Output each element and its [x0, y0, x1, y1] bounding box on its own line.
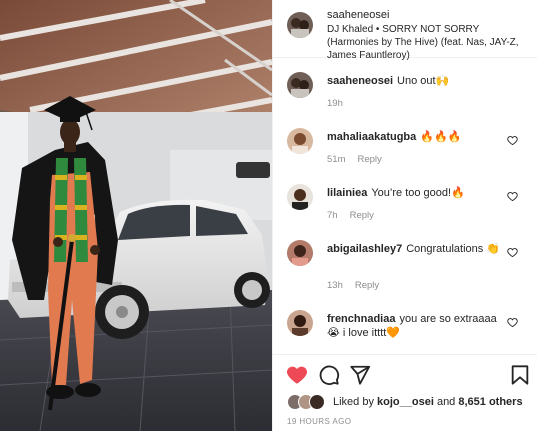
comment-text: You’re too good!🔥: [371, 187, 465, 199]
likes-count-link[interactable]: 8,651 others: [458, 396, 522, 408]
small-heart-icon[interactable]: [507, 191, 518, 202]
likes-text: Liked by kojo__osei and 8,651 others: [333, 396, 523, 408]
reply-button[interactable]: Reply: [350, 210, 374, 221]
post-sidebar: saaheneosei DJ Khaled • SORRY NOT SORRY …: [272, 0, 537, 431]
post-actions-bar: Liked by kojo__osei and 8,651 others 19 …: [273, 354, 537, 431]
likes-prefix: Liked by: [333, 396, 378, 408]
comment-username[interactable]: mahaliaakatugba: [327, 131, 416, 143]
caption-time[interactable]: 19h: [327, 98, 343, 109]
author-avatar[interactable]: [287, 12, 313, 38]
comment-text-line: lilainiea You’re too good!🔥: [327, 186, 502, 200]
commenter-avatar[interactable]: [287, 240, 313, 266]
comment-icon[interactable]: [318, 364, 340, 386]
reply-button[interactable]: Reply: [357, 154, 381, 165]
liker-avatar: [309, 394, 325, 410]
likes-middle: and: [433, 396, 459, 408]
bookmark-icon[interactable]: [509, 364, 531, 386]
small-heart-icon[interactable]: [507, 317, 518, 328]
author-username[interactable]: saaheneosei: [327, 9, 389, 21]
caption-avatar-image: [287, 72, 313, 98]
comment-meta: 51m Reply: [327, 154, 394, 165]
comment-text-line: mahaliaakatugba 🔥🔥🔥: [327, 130, 502, 144]
post-header: saaheneosei DJ Khaled • SORRY NOT SORRY …: [273, 0, 537, 61]
comments-list[interactable]: saaheneosei Uno out🙌 19h mahaliaakatugba 🔥…: [273, 58, 537, 354]
commenter-avatar[interactable]: [287, 128, 313, 154]
share-icon[interactable]: [349, 364, 371, 386]
comment-time[interactable]: 13h: [327, 280, 343, 291]
comment-username[interactable]: lilainiea: [327, 187, 367, 199]
caption-text: Uno out🙌: [397, 75, 450, 87]
comment-text-line: abigailashley7 Congratulations 👏: [327, 242, 502, 256]
commenter-avatar-image: [287, 184, 313, 210]
comment-text-line: frenchnadiaa you are so extraaaa 😭 i love…: [327, 312, 502, 340]
comment-text: Congratulations 👏: [406, 243, 501, 255]
comment-meta: 13h Reply: [327, 280, 391, 291]
commenter-avatar[interactable]: [287, 184, 313, 210]
liker-avatars: [287, 394, 331, 410]
caption-author-avatar[interactable]: [287, 72, 313, 98]
commenter-avatar-image: [287, 310, 313, 336]
comment-meta: 7h Reply: [327, 210, 386, 221]
comment-text: 🔥🔥🔥: [420, 131, 462, 143]
comment-username[interactable]: abigailashley7: [327, 243, 402, 255]
liked-by-username[interactable]: kojo__osei: [377, 396, 434, 408]
reply-button[interactable]: Reply: [355, 280, 379, 291]
author-avatar-image: [287, 12, 313, 38]
commenter-avatar-image: [287, 240, 313, 266]
commenter-avatar-image: [287, 128, 313, 154]
comment-time[interactable]: 51m: [327, 154, 345, 165]
small-heart-icon[interactable]: [507, 247, 518, 258]
caption-username[interactable]: saaheneosei: [327, 75, 393, 87]
post-photo[interactable]: [0, 0, 272, 431]
heart-icon[interactable]: [286, 364, 308, 386]
post-timestamp[interactable]: 19 HOURS AGO: [287, 417, 351, 426]
caption-meta: 19h: [327, 98, 355, 109]
small-heart-icon[interactable]: [507, 135, 518, 146]
commenter-avatar[interactable]: [287, 310, 313, 336]
photo-graduate-with-car: [0, 0, 272, 431]
instagram-post-view: saaheneosei DJ Khaled • SORRY NOT SORRY …: [0, 0, 537, 431]
comment-time[interactable]: 7h: [327, 210, 338, 221]
audio-track-label[interactable]: DJ Khaled • SORRY NOT SORRY (Harmonies b…: [327, 23, 527, 62]
caption-text-line: saaheneosei Uno out🙌: [327, 74, 502, 88]
comment-username[interactable]: frenchnadiaa: [327, 313, 395, 325]
